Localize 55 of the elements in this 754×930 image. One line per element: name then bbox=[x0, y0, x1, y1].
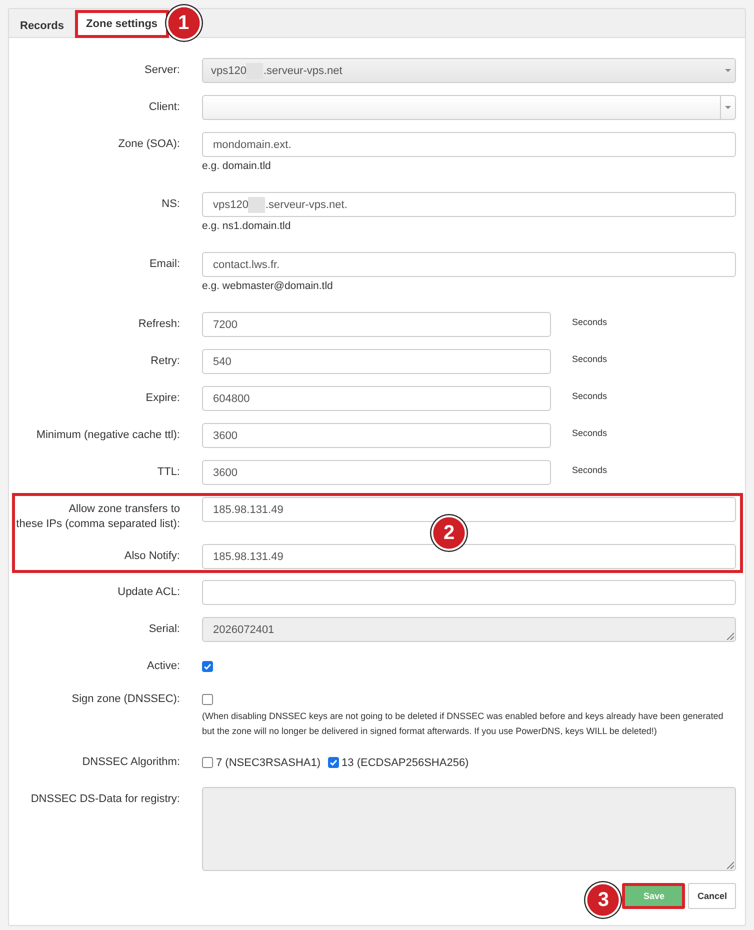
field-label: Server: bbox=[144, 63, 180, 78]
text-field[interactable]: mondomain.ext. bbox=[202, 132, 736, 157]
field-label: NS: bbox=[160, 197, 180, 212]
field-label: Active: bbox=[146, 659, 180, 674]
field-label: Refresh: bbox=[137, 317, 180, 332]
caret-icon bbox=[725, 106, 731, 109]
resize-handle-icon bbox=[726, 632, 734, 640]
field-label: Expire: bbox=[144, 391, 180, 406]
number-field[interactable]: 3600 bbox=[202, 460, 551, 485]
field-label: Sign zone (DNSSEC): bbox=[70, 692, 180, 707]
unit-label: Seconds bbox=[572, 390, 608, 402]
text-field[interactable]: vps120 .serveur-vps.net. bbox=[202, 192, 736, 217]
number-field[interactable]: 7200 bbox=[202, 312, 551, 337]
number-field[interactable]: 540 bbox=[202, 349, 551, 374]
redaction-block bbox=[248, 196, 266, 212]
unit-label: Seconds bbox=[572, 353, 608, 365]
unit-label: Seconds bbox=[572, 316, 608, 328]
checkbox-label: 7 (NSEC3RSASHA1) bbox=[216, 756, 321, 768]
text-field[interactable] bbox=[202, 580, 736, 605]
text-field[interactable]: 185.98.131.49 bbox=[202, 497, 736, 522]
step-number-marker: 1 bbox=[164, 4, 203, 42]
resize-handle-icon bbox=[726, 861, 734, 869]
unit-label: Seconds bbox=[572, 464, 608, 476]
field-hint: e.g. ns1.domain.tld bbox=[202, 219, 292, 233]
field-label: DNSSEC DS-Data for registry: bbox=[30, 792, 180, 807]
field-label: Minimum (negative cache ttl): bbox=[35, 428, 180, 443]
field-label: Update ACL: bbox=[116, 585, 180, 600]
field-label: Retry: bbox=[150, 354, 180, 369]
field-label: Zone (SOA): bbox=[117, 137, 180, 152]
number-field[interactable]: 3600 bbox=[202, 423, 551, 448]
field-label: Client: bbox=[148, 100, 180, 115]
unit-label: Seconds bbox=[572, 427, 608, 439]
field-label: Email: bbox=[148, 257, 180, 272]
caret-icon bbox=[725, 69, 731, 72]
text-field[interactable]: contact.lws.fr. bbox=[202, 252, 736, 277]
field-label: Allow zone transfers to these IPs (comma separated list): bbox=[15, 502, 180, 532]
checkbox[interactable] bbox=[202, 757, 213, 768]
field-hint: e.g. domain.tld bbox=[202, 159, 272, 173]
checkbox[interactable] bbox=[202, 661, 213, 672]
cancel-button[interactable]: Cancel bbox=[688, 883, 736, 909]
tab[interactable]: Records bbox=[9, 10, 76, 38]
field-label: DNSSEC Algorithm: bbox=[81, 755, 180, 770]
text-field[interactable]: 185.98.131.49 bbox=[202, 544, 736, 569]
field-label: Also Notify: bbox=[123, 549, 180, 564]
checkbox[interactable] bbox=[328, 757, 339, 768]
number-field[interactable]: 604800 bbox=[202, 386, 551, 411]
step-number-marker: 3 bbox=[584, 881, 622, 919]
tab[interactable]: Zone settings bbox=[75, 10, 169, 38]
warning-note: (When disabling DNSSEC keys are not going to be deleted if DNSSEC was enabled before and keys already have been generated but the zone will no longer be delivered in signed format afterwards. If you use PowerDNS, keys WILL be deleted!) bbox=[202, 710, 724, 738]
select-field[interactable] bbox=[202, 95, 736, 120]
field-hint: e.g. webmaster@domain.tld bbox=[202, 279, 334, 293]
field-label: Serial: bbox=[148, 622, 180, 637]
field-label: TTL: bbox=[156, 465, 180, 480]
checkbox-label: 13 (ECDSAP256SHA256) bbox=[342, 756, 469, 768]
checkbox[interactable] bbox=[202, 694, 213, 705]
